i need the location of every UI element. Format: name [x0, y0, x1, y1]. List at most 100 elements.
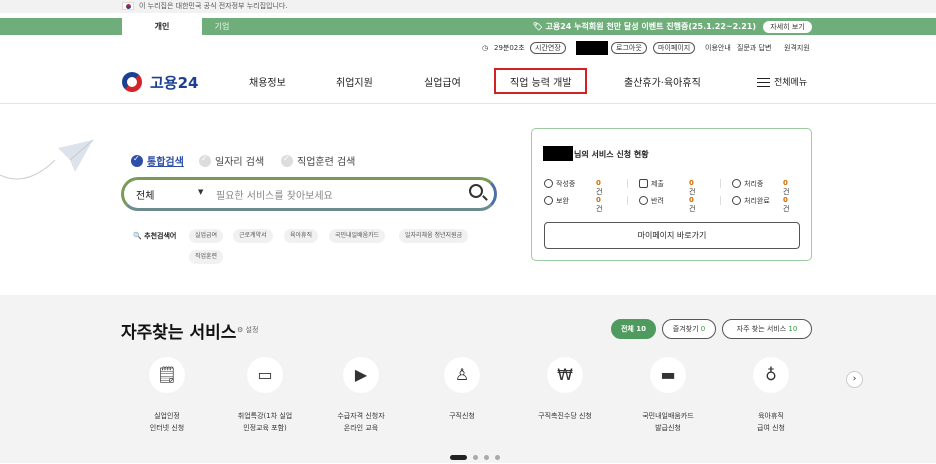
status-supplement[interactable]: 보완 0건: [544, 196, 602, 213]
keyword-chip[interactable]: 국민내일배움카드: [329, 229, 386, 243]
card-icon: ▬: [650, 357, 686, 393]
service-learning-card[interactable]: ▬ 국민내일배움카드 발급신청: [628, 357, 708, 434]
keyword-chip[interactable]: 육아휴직: [284, 229, 319, 243]
divider: [627, 196, 628, 205]
status-processing[interactable]: 처리중 0건: [732, 179, 789, 196]
service-job-application[interactable]: ♙ 구직신청: [422, 357, 502, 422]
service-online-education[interactable]: ▶ 수급자격 신청자 온라인 교육: [321, 357, 401, 434]
keyword-chip[interactable]: 직업훈련: [189, 250, 224, 264]
pencil-icon: [544, 179, 553, 188]
qna-link[interactable]: 질문과 답변: [737, 42, 771, 54]
carousel-pagination: [450, 445, 506, 464]
service-status-panel: 님의 서비스 신청 현황 작성중 0건 제출 0건 처리중 0건 보완 0건 반려 0건 …: [531, 128, 812, 261]
search-box: 전체 ▼ 필요한 서비스를 찾아보세요: [121, 177, 497, 211]
service-label-line1: 구직신청: [449, 412, 475, 420]
hamburger-icon[interactable]: [757, 78, 770, 87]
service-job-promotion-allowance[interactable]: ₩ 구직촉진수당 신청: [525, 357, 605, 422]
status-count: 0건: [783, 179, 789, 197]
status-value: 0: [783, 196, 788, 204]
presentation-board-icon: ▭: [247, 357, 283, 393]
tab-frequent[interactable]: 자주 찾는 서비스 10: [722, 319, 812, 339]
radio-job-search[interactable]: 일자리 검색: [199, 153, 264, 168]
event-text: 고용24 누적회원 천만 달성 이벤트 진행중(25.1.22~2.21): [545, 22, 756, 31]
service-label-line1: 육아휴직: [758, 412, 784, 420]
search-icon[interactable]: [469, 184, 483, 198]
nav-jobs[interactable]: 채용정보: [249, 74, 286, 89]
tab-label: 즐겨찾기: [672, 325, 699, 333]
gear-icon: ⚙: [237, 326, 246, 334]
radio-label: 통합검색: [147, 157, 184, 168]
status-rejected[interactable]: 반려 0건: [639, 196, 695, 213]
page-dot[interactable]: [473, 455, 478, 460]
status-count: 0건: [596, 179, 602, 197]
nav-parental-leave[interactable]: 출산휴가·육아휴직: [624, 74, 701, 89]
status-unit: 건: [689, 188, 696, 196]
nav-skill-development[interactable]: 직업 능력 개발: [510, 74, 572, 89]
extend-session-button[interactable]: 시간연장: [530, 42, 566, 54]
frequent-services-section: 자주찾는 서비스 ⚙ 설정 전체 10 즐겨찾기 0 자주 찾는 서비스 10 …: [0, 295, 936, 463]
all-menu-button[interactable]: 전체메뉴: [774, 75, 807, 88]
event-detail-button[interactable]: 자세히 보기: [763, 21, 812, 33]
event-banner-text[interactable]: 🏷 고용24 누적회원 천만 달성 이벤트 진행중(25.1.22~2.21): [533, 18, 756, 35]
clock-icon: ◷: [482, 44, 489, 52]
tab-count: 0: [700, 325, 706, 333]
divider: [720, 196, 721, 205]
nav-employment-support[interactable]: 취업지원: [336, 74, 373, 89]
service-unemployment-recognition[interactable]: 🗒 실업인정 인터넷 신청: [127, 357, 207, 434]
info-icon: [544, 196, 553, 205]
page-dot[interactable]: [495, 455, 500, 460]
status-count: 0건: [596, 196, 602, 214]
keyword-chip[interactable]: 근로계약서: [233, 229, 273, 243]
logout-button[interactable]: 로그아웃: [611, 42, 647, 54]
paper-plane-icon: [0, 139, 94, 180]
status-label: 작성중: [556, 180, 576, 188]
mypage-shortcut-button[interactable]: 마이페이지 바로가기: [544, 222, 800, 249]
nav-unemployment-benefit[interactable]: 실업급여: [424, 74, 461, 89]
tab-label: 전체: [620, 325, 634, 333]
goyong24-logo-icon[interactable]: [122, 72, 142, 92]
remote-support-link[interactable]: 원격지원: [784, 42, 810, 54]
service-label-line1: 국민내일배움카드: [642, 412, 694, 420]
main-nav: 고용24 채용정보 취업지원 실업급여 직업 능력 개발 출산휴가·육아휴직 전…: [0, 64, 936, 104]
status-value: 0: [689, 179, 694, 187]
tab-personal[interactable]: 개인: [122, 18, 202, 35]
panel-title: 님의 서비스 신청 현황: [574, 150, 649, 159]
search-category-select[interactable]: 전체: [136, 187, 154, 202]
status-label: 처리완료: [744, 197, 770, 205]
keyword-chip[interactable]: 일자리채움 청년지원금: [399, 229, 469, 243]
gov-notice-text: 이 누리집은 대한민국 공식 전자정부 누리집입니다.: [139, 2, 288, 10]
radio-training-search[interactable]: 직업훈련 검색: [281, 153, 355, 168]
search-input[interactable]: 필요한 서비스를 찾아보세요: [216, 187, 416, 202]
radio-integrated-search[interactable]: 통합검색: [131, 153, 184, 168]
korea-flag-icon: [122, 2, 134, 10]
status-drafting[interactable]: 작성중 0건: [544, 179, 602, 196]
status-value: 0: [783, 179, 788, 187]
chevron-right-icon[interactable]: ›: [846, 371, 863, 388]
service-employment-lecture[interactable]: ▭ 취업특강(1차 실업 인정교육 포함): [225, 357, 305, 434]
tab-label: 자주 찾는 서비스: [736, 325, 787, 333]
rec-label-text: 추천검색어: [144, 232, 177, 240]
status-count: 0건: [689, 196, 695, 214]
settings-link[interactable]: ⚙ 설정: [237, 325, 258, 335]
guide-link[interactable]: 이용안내: [705, 42, 731, 54]
top-green-bar: 개인 기업 🏷 고용24 누적회원 천만 달성 이벤트 진행중(25.1.22~…: [0, 18, 936, 35]
radio-check-icon: [131, 154, 143, 167]
tab-business[interactable]: 기업: [202, 18, 242, 35]
status-completed[interactable]: 처리완료 0건: [732, 196, 789, 213]
tab-favorites[interactable]: 즐겨찾기 0: [662, 319, 716, 339]
service-label: 육아휴직 급여 신청: [731, 410, 811, 434]
mypage-link[interactable]: 마이페이지: [653, 42, 696, 54]
redacted-username: [576, 41, 608, 55]
service-parental-leave-benefit[interactable]: ♁ 육아휴직 급여 신청: [731, 357, 811, 434]
site-logo-text[interactable]: 고용24: [150, 72, 198, 93]
page-dot[interactable]: [484, 455, 489, 460]
status-value: 0: [689, 196, 694, 204]
keyword-chip[interactable]: 실업급여: [189, 229, 224, 243]
service-label-line2: 인정교육 포함): [243, 424, 287, 432]
dropdown-arrow-icon[interactable]: ▼: [198, 188, 203, 196]
status-submitted[interactable]: 제출 0건: [639, 179, 695, 196]
page-dot[interactable]: [450, 455, 467, 460]
status-value: 0: [596, 196, 601, 204]
service-label-line1: 수급자격 신청자: [337, 412, 385, 420]
tab-all[interactable]: 전체 10: [611, 319, 656, 339]
